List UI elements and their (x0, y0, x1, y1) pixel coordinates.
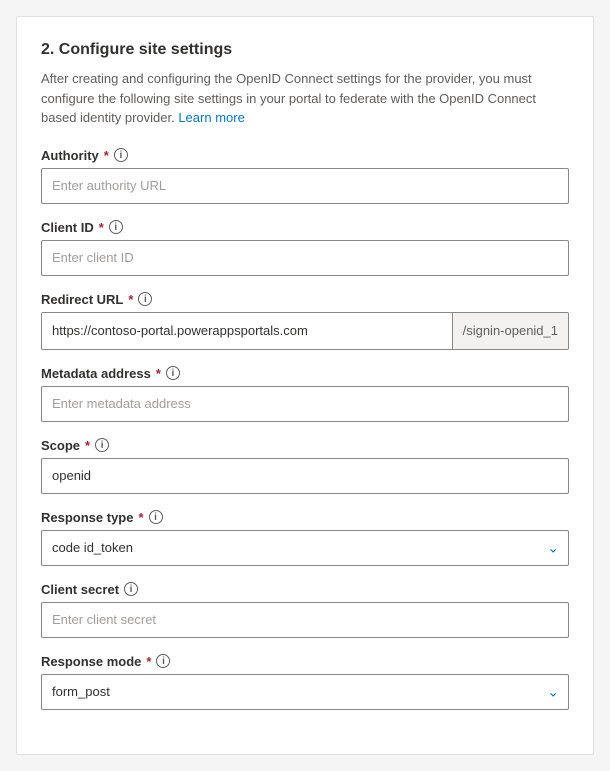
client-id-required: * (99, 220, 104, 235)
authority-required: * (104, 148, 109, 163)
section-description: After creating and configuring the OpenI… (41, 69, 569, 128)
scope-info-icon[interactable]: i (95, 438, 109, 452)
response-mode-field-group: Response mode * i form_post query fragme… (41, 654, 569, 710)
scope-required: * (85, 438, 90, 453)
response-type-field-group: Response type * i code id_token code id_… (41, 510, 569, 566)
redirect-url-wrapper: /signin-openid_1 (41, 312, 569, 350)
metadata-address-required: * (156, 366, 161, 381)
client-secret-input[interactable] (41, 602, 569, 638)
response-type-select-wrapper: code id_token code id_token token ⌄ (41, 530, 569, 566)
authority-label: Authority * i (41, 148, 569, 163)
response-mode-select-wrapper: form_post query fragment ⌄ (41, 674, 569, 710)
client-id-input[interactable] (41, 240, 569, 276)
redirect-url-required: * (128, 292, 133, 307)
redirect-url-suffix: /signin-openid_1 (452, 313, 568, 349)
scope-input[interactable] (41, 458, 569, 494)
authority-field-group: Authority * i (41, 148, 569, 204)
client-secret-info-icon[interactable]: i (124, 582, 138, 596)
response-type-select[interactable]: code id_token code id_token token (41, 530, 569, 566)
redirect-url-info-icon[interactable]: i (138, 292, 152, 306)
response-type-info-icon[interactable]: i (149, 510, 163, 524)
learn-more-link[interactable]: Learn more (178, 110, 244, 125)
client-id-field-group: Client ID * i (41, 220, 569, 276)
client-id-label: Client ID * i (41, 220, 569, 235)
response-type-required: * (138, 510, 143, 525)
section-title: 2. Configure site settings (41, 41, 569, 59)
authority-input[interactable] (41, 168, 569, 204)
metadata-address-input[interactable] (41, 386, 569, 422)
response-mode-label: Response mode * i (41, 654, 569, 669)
metadata-address-label: Metadata address * i (41, 366, 569, 381)
client-secret-field-group: Client secret i (41, 582, 569, 638)
redirect-url-field-group: Redirect URL * i /signin-openid_1 (41, 292, 569, 350)
client-id-info-icon[interactable]: i (109, 220, 123, 234)
authority-info-icon[interactable]: i (114, 148, 128, 162)
response-mode-info-icon[interactable]: i (156, 654, 170, 668)
scope-label: Scope * i (41, 438, 569, 453)
client-secret-label: Client secret i (41, 582, 569, 597)
redirect-url-input[interactable] (42, 313, 452, 349)
response-mode-select[interactable]: form_post query fragment (41, 674, 569, 710)
scope-field-group: Scope * i (41, 438, 569, 494)
configure-site-settings-panel: 2. Configure site settings After creatin… (16, 16, 594, 755)
redirect-url-label: Redirect URL * i (41, 292, 569, 307)
response-mode-required: * (146, 654, 151, 669)
metadata-address-field-group: Metadata address * i (41, 366, 569, 422)
metadata-address-info-icon[interactable]: i (166, 366, 180, 380)
response-type-label: Response type * i (41, 510, 569, 525)
